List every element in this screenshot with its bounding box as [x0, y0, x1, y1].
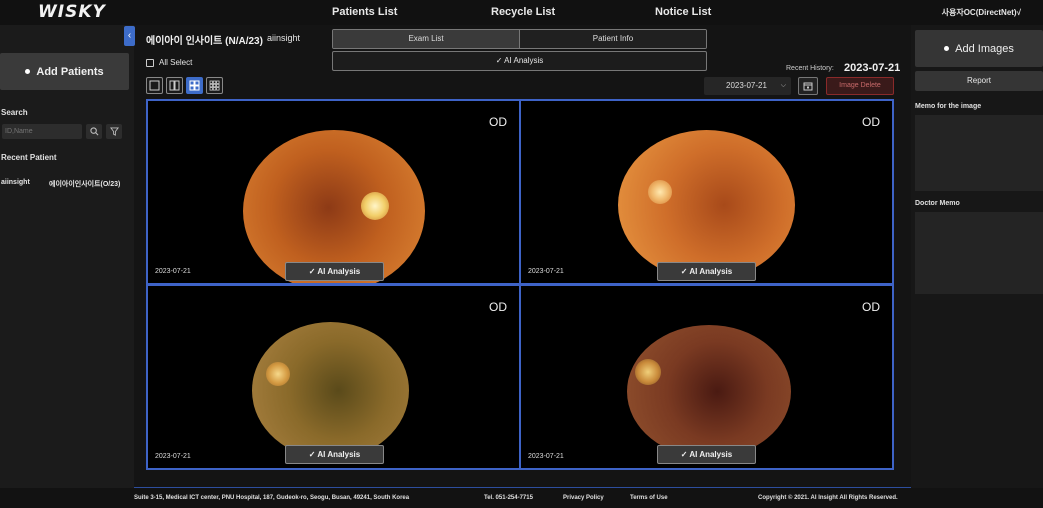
logo: WISKY: [38, 2, 106, 22]
nav-notice-list[interactable]: Notice List: [655, 6, 711, 18]
image-delete-button[interactable]: Image Delete: [826, 77, 894, 95]
filter-icon: [109, 127, 119, 136]
filter-button[interactable]: [106, 124, 122, 139]
footer-tel: Tel. 051-254-7715: [484, 495, 533, 501]
search-input[interactable]: [2, 124, 82, 139]
nav-patients-list[interactable]: Patients List: [332, 6, 397, 18]
add-icon: [25, 69, 31, 74]
add-images-label: Add Images: [955, 42, 1014, 55]
tab-bar: Exam List Patient Info: [332, 29, 707, 49]
recent-patient-name: 에이아이인사이트(O/23): [49, 181, 121, 188]
image-cell[interactable]: OD 2023-07-21 ✓ AI Analysis: [148, 286, 519, 468]
image-date: 2023-07-21: [528, 268, 564, 275]
footer-privacy-link[interactable]: Privacy Policy: [563, 495, 604, 501]
image-cell[interactable]: OD 2023-07-21 ✓ AI Analysis: [521, 286, 892, 468]
layout-split-icon: [169, 80, 180, 91]
add-images-button[interactable]: Add Images: [915, 30, 1043, 67]
optic-disc: [648, 180, 672, 204]
add-patients-label: Add Patients: [36, 65, 104, 78]
chevron-down-icon: ⌵: [780, 82, 786, 89]
patient-title: 에이아이 인사이트 (N/A/23): [146, 36, 263, 47]
report-button[interactable]: Report: [915, 71, 1043, 91]
fundus-image: [627, 325, 791, 458]
ai-analysis-all-button[interactable]: ✓ AI Analysis: [332, 51, 707, 71]
tab-patient-info[interactable]: Patient Info: [519, 30, 706, 48]
layout-9-button[interactable]: [206, 77, 223, 94]
add-icon: [944, 46, 950, 51]
footer: Suite 3-15, Medical ICT center, PNU Hosp…: [0, 488, 1043, 508]
fundus-image: [252, 322, 409, 459]
layout-single-icon: [149, 80, 160, 91]
app-root: WISKY Patients List Recycle List Notice …: [0, 0, 1043, 508]
user-menu[interactable]: 사용자OC(DirectNet)√: [942, 7, 1021, 18]
image-date: 2023-07-21: [155, 453, 191, 460]
ai-analysis-button[interactable]: ✓ AI Analysis: [285, 445, 384, 464]
recent-history-date: 2023-07-21: [844, 62, 901, 74]
doctor-memo-textarea[interactable]: [915, 212, 1043, 294]
layout-grid-icon: [189, 80, 200, 91]
calendar-icon: [803, 82, 813, 91]
optic-disc: [635, 359, 661, 385]
ai-analysis-button[interactable]: ✓ AI Analysis: [657, 262, 756, 281]
eye-label: OD: [862, 115, 880, 129]
all-select-checkbox[interactable]: All Select: [146, 58, 192, 67]
eye-label: OD: [489, 115, 507, 129]
footer-terms-link[interactable]: Terms of Use: [630, 495, 668, 501]
memo-image-label: Memo for the image: [915, 103, 982, 110]
date-select[interactable]: 2023-07-21 ⌵: [704, 77, 791, 95]
search-label: Search: [1, 108, 28, 117]
recent-history-label: Recent History:: [786, 65, 834, 72]
add-patients-button[interactable]: Add Patients: [0, 53, 129, 90]
nav-recycle-list[interactable]: Recycle List: [491, 6, 555, 18]
image-date: 2023-07-21: [528, 453, 564, 460]
layout-switcher: [146, 77, 223, 94]
tab-exam-list[interactable]: Exam List: [333, 30, 519, 48]
optic-disc: [361, 192, 389, 220]
patient-id: aiinsight: [267, 33, 301, 43]
recent-patient-label: Recent Patient: [1, 153, 57, 162]
calendar-button[interactable]: [798, 77, 818, 95]
ai-analysis-button[interactable]: ✓ AI Analysis: [285, 262, 384, 281]
chevron-left-icon: ‹: [127, 30, 132, 41]
image-cell[interactable]: OD 2023-07-21 ✓ AI Analysis: [521, 101, 892, 283]
layout-1-button[interactable]: [146, 77, 163, 94]
all-select-label: All Select: [159, 58, 193, 67]
ai-analysis-button[interactable]: ✓ AI Analysis: [657, 445, 756, 464]
top-bar: WISKY Patients List Recycle List Notice …: [0, 0, 1043, 25]
eye-label: OD: [862, 300, 880, 314]
search-icon: [89, 127, 98, 136]
layout-2-button[interactable]: [166, 77, 183, 94]
layout-grid-nine-icon: [209, 80, 220, 91]
image-cell[interactable]: OD 2023-07-21 ✓ AI Analysis: [148, 101, 519, 283]
fundus-image: [618, 130, 795, 280]
footer-address: Suite 3-15, Medical ICT center, PNU Hosp…: [134, 495, 410, 501]
fundus-image: [243, 130, 425, 283]
search-button[interactable]: [86, 124, 102, 139]
footer-copyright: Copyright © 2021. AI Insight All Rights …: [758, 495, 898, 501]
checkbox-icon: [146, 58, 154, 67]
layout-4-button[interactable]: [186, 77, 203, 94]
left-sidebar: [0, 25, 134, 488]
doctor-memo-label: Doctor Memo: [915, 200, 960, 207]
collapse-sidebar-button[interactable]: ‹: [124, 26, 135, 46]
date-select-value: 2023-07-21: [726, 81, 767, 90]
eye-label: OD: [489, 300, 507, 314]
memo-image-textarea[interactable]: [915, 115, 1043, 191]
recent-patient-id: aiinsight: [1, 179, 30, 186]
image-date: 2023-07-21: [155, 268, 191, 275]
image-grid: OD 2023-07-21 ✓ AI Analysis OD 2023-07-2…: [146, 99, 894, 470]
optic-disc: [266, 362, 290, 386]
